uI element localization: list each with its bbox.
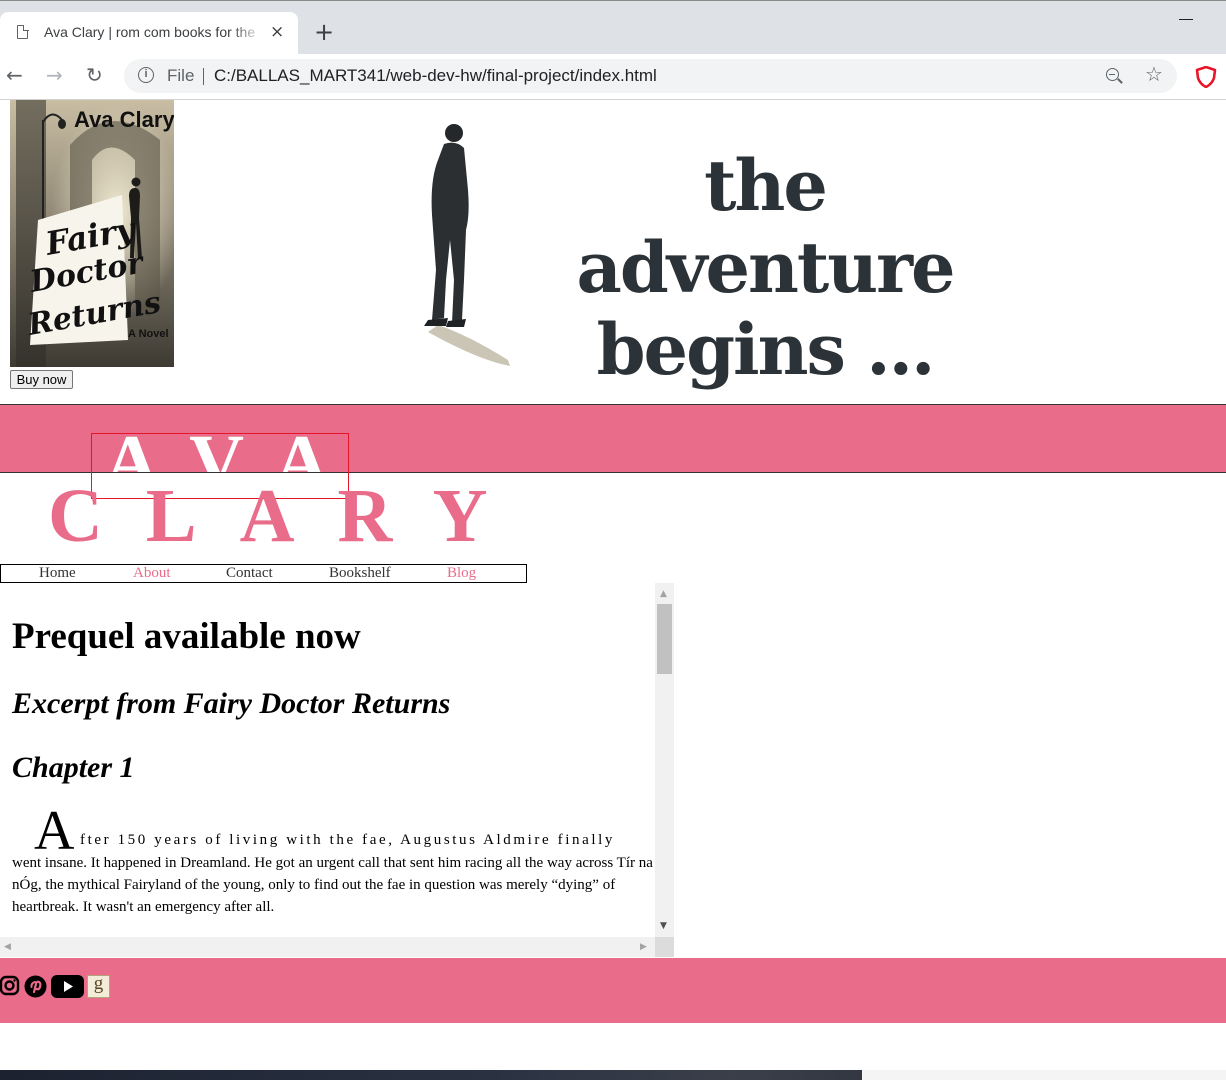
walking-figure-silhouette: [424, 124, 510, 366]
shield-extension-icon[interactable]: [1195, 66, 1217, 88]
browser-tab-strip: Ava Clary | rom com books for the × +: [0, 0, 1226, 55]
cover-subtitle: A Novel: [128, 328, 169, 340]
bookmark-star-icon[interactable]: ☆: [1145, 62, 1163, 86]
new-tab-icon[interactable]: +: [314, 19, 334, 45]
nav-blog[interactable]: Blog: [447, 565, 476, 581]
vertical-scroll-thumb[interactable]: [657, 604, 672, 674]
excerpt-heading: Excerpt from Fairy Doctor Returns: [12, 687, 451, 720]
forward-arrow-icon[interactable]: →: [46, 63, 63, 87]
goodreads-icon[interactable]: g: [87, 974, 110, 998]
excerpt-scroll-panel[interactable]: Prequel available now Excerpt from Fairy…: [0, 583, 674, 957]
minimize-window-icon[interactable]: [1179, 19, 1193, 20]
next-section-image-strip: [0, 1070, 1226, 1080]
tab-close-icon[interactable]: ×: [270, 22, 284, 42]
chapter-heading: Chapter 1: [12, 751, 135, 784]
back-arrow-icon[interactable]: ←: [6, 63, 23, 87]
nav-contact[interactable]: Contact: [226, 565, 273, 581]
nav-bookshelf[interactable]: Bookshelf: [329, 565, 391, 581]
browser-toolbar: ← → ↻ i File C:/BALLAS_MART341/web-dev-h…: [0, 54, 1226, 100]
main-nav: Home About Contact Bookshelf Blog: [0, 564, 527, 583]
zoom-out-icon[interactable]: [1106, 68, 1119, 81]
pinterest-icon[interactable]: [24, 975, 47, 998]
scroll-right-arrow-icon[interactable]: ▶: [640, 942, 647, 952]
footer-band: g: [0, 958, 1226, 1023]
cover-author: Ava Clary: [74, 107, 174, 132]
prequel-heading: Prequel available now: [12, 616, 361, 657]
tab-title: Ava Clary | rom com books for the: [44, 24, 256, 40]
excerpt-first-line: fter 150 years of living with the fae, A…: [80, 832, 615, 848]
excerpt-line: went insane. It happened in Dreamland. H…: [12, 855, 653, 871]
book-cover-image[interactable]: Fairy Doctor Returns Ava Clary A Novel: [10, 100, 174, 367]
instagram-icon[interactable]: [0, 975, 20, 997]
scrollbar-corner: [655, 937, 674, 957]
vertical-scrollbar[interactable]: ▲ ▼: [655, 583, 674, 937]
drop-cap: A: [34, 800, 75, 862]
info-icon[interactable]: i: [138, 67, 154, 83]
nav-home[interactable]: Home: [39, 565, 76, 581]
page-icon: [17, 24, 29, 39]
url-separator: [203, 68, 204, 85]
excerpt-line: nÓg, the mythical Fairyland of the young…: [12, 877, 616, 893]
hero-line-1: the adventure: [576, 144, 955, 309]
hero-line-2: begins ...: [596, 308, 936, 391]
scroll-down-arrow-icon[interactable]: ▼: [660, 921, 667, 931]
scroll-up-arrow-icon[interactable]: ▲: [660, 589, 667, 599]
horizontal-scrollbar[interactable]: ◀ ▶: [0, 937, 655, 957]
url-scheme-label: File: [167, 66, 195, 85]
address-bar[interactable]: i File C:/BALLAS_MART341/web-dev-hw/fina…: [124, 59, 1177, 93]
url-text[interactable]: C:/BALLAS_MART341/web-dev-hw/final-proje…: [214, 66, 657, 86]
buy-now-button[interactable]: Buy now: [10, 370, 73, 389]
nav-about[interactable]: About: [133, 565, 171, 581]
browser-tab[interactable]: Ava Clary | rom com books for the ×: [0, 12, 298, 55]
reload-icon[interactable]: ↻: [86, 63, 103, 87]
excerpt-line: heartbreak. It wasn't an emergency after…: [12, 899, 275, 915]
brand-last-name: CLARY: [48, 474, 531, 558]
scroll-left-arrow-icon[interactable]: ◀: [4, 942, 11, 952]
youtube-icon[interactable]: [51, 975, 84, 998]
hero-tagline: the adventure begins ...: [520, 145, 1010, 391]
